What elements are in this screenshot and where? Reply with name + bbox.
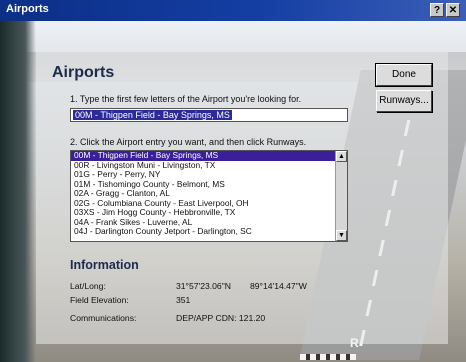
help-button[interactable]: ?: [430, 3, 444, 17]
dialog-heading: Airports: [52, 64, 115, 81]
airport-search-input[interactable]: 00M - Thigpen Field - Bay Springs, MS: [70, 108, 348, 122]
airport-list[interactable]: 00M - Thigpen Field - Bay Springs, MS 00R…: [70, 150, 348, 242]
field-elevation-label: Field Elevation:: [70, 295, 129, 305]
close-button[interactable]: ✕: [446, 3, 460, 17]
airport-list-item[interactable]: 02A - Gragg - Clanton, AL: [71, 189, 335, 199]
runway-threshold-stripes: [300, 354, 356, 360]
list-scrollbar[interactable]: ▲ ▼: [335, 151, 347, 241]
airport-list-item[interactable]: 00M - Thigpen Field - Bay Springs, MS: [71, 151, 335, 161]
communications-label: Communications:: [70, 313, 137, 323]
communications-value: DEP/APP CDN: 121.20: [176, 313, 266, 323]
longitude-value: 89°14'14.47"W: [250, 281, 307, 291]
title-bar[interactable]: Airports ? ✕: [0, 0, 466, 21]
latlong-label: Lat/Long:: [70, 281, 106, 291]
airport-list-item[interactable]: 01M - Tishomingo County - Belmont, MS: [71, 180, 335, 190]
airport-list-item[interactable]: 02G - Columbiana County - East Liverpool…: [71, 199, 335, 209]
airport-list-item[interactable]: 00R - Livingston Muni - Livingston, TX: [71, 161, 335, 171]
runway-marking-letter: R: [350, 336, 359, 350]
window-title: Airports: [6, 3, 49, 15]
airport-list-item[interactable]: 04J - Darlington County Jetport - Darlin…: [71, 227, 335, 237]
airport-list-item[interactable]: 04A - Frank Sikes - Luverne, AL: [71, 218, 335, 228]
step2-label: 2. Click the Airport entry you want, and…: [70, 137, 307, 147]
search-input-value: 00M - Thigpen Field - Bay Springs, MS: [73, 110, 232, 120]
airports-window: Airports ? ✕ Airports Done Runways... 1.…: [0, 0, 466, 362]
done-button[interactable]: Done: [375, 63, 433, 87]
airport-list-item[interactable]: 03XS - Jim Hogg County - Hebbronville, T…: [71, 208, 335, 218]
scroll-down-arrow-icon[interactable]: ▼: [336, 230, 347, 241]
airport-list-items: 00M - Thigpen Field - Bay Springs, MS 00R…: [71, 151, 335, 237]
scroll-up-arrow-icon[interactable]: ▲: [336, 151, 347, 162]
information-heading: Information: [70, 258, 139, 272]
step1-label: 1. Type the first few letters of the Air…: [70, 94, 302, 104]
field-elevation-value: 351: [176, 295, 191, 305]
runways-button[interactable]: Runways...: [376, 90, 432, 112]
background-edge: [0, 21, 36, 362]
airport-list-item[interactable]: 01G - Perry - Perry, NY: [71, 170, 335, 180]
latitude-value: 31°57'23.06"N: [176, 281, 231, 291]
